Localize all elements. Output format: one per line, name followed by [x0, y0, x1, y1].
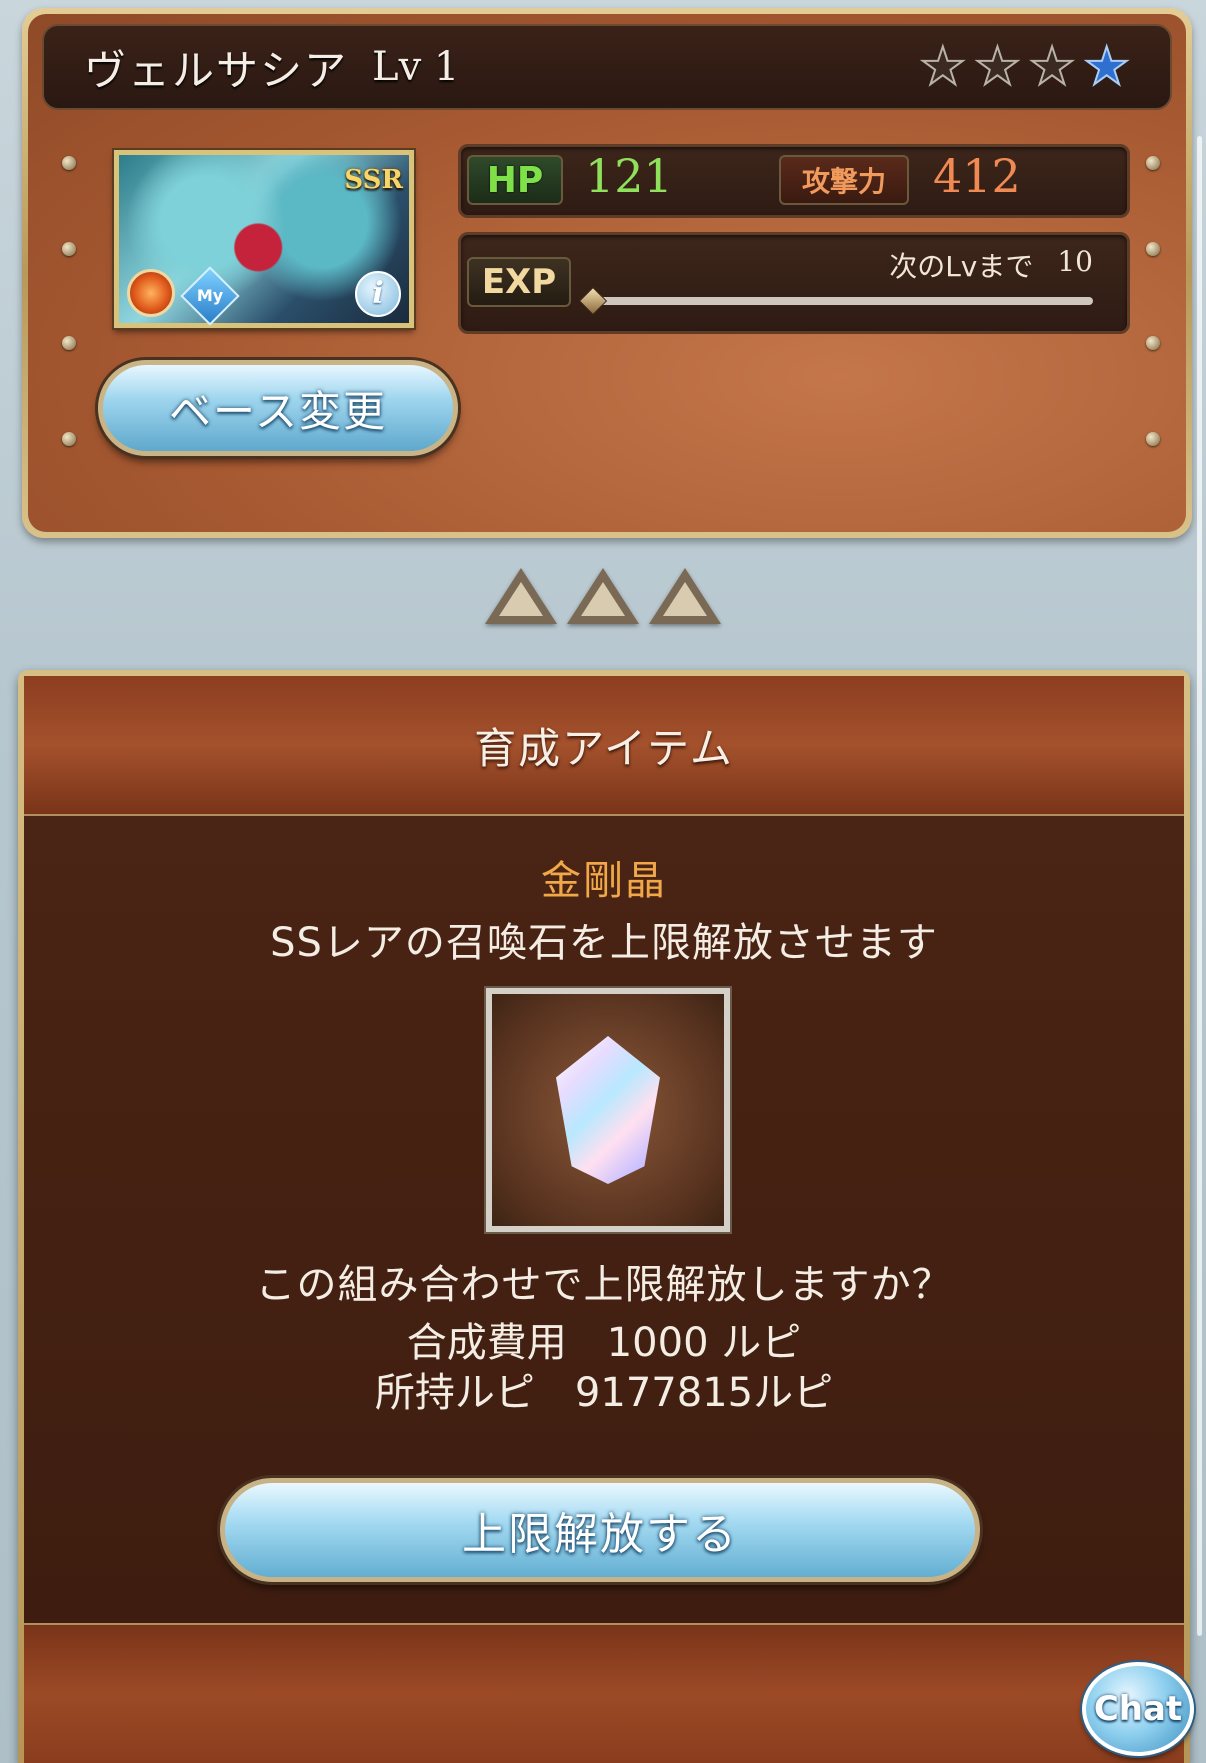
character-title-bar: ヴェルサシア Lv 1 ★ ★ ★ ★ [42, 24, 1172, 110]
footer-band [24, 1623, 1184, 1763]
rivet-icon [62, 242, 76, 256]
chat-button[interactable]: Chat [1082, 1662, 1194, 1756]
training-item-panel-inner: 育成アイテム 金剛晶 SSレアの召喚石を上限解放させます この組み合わせで上限解… [24, 676, 1184, 1763]
character-level: Lv 1 [372, 44, 460, 90]
rivet-icon [62, 156, 76, 170]
character-panel-inner: ヴェルサシア Lv 1 ★ ★ ★ ★ SSR My i HP 121 攻撃力 … [28, 14, 1186, 532]
ssr-rarity-badge: SSR [344, 165, 403, 195]
rivet-icon [1146, 242, 1160, 256]
star-empty-icon: ★ [1028, 37, 1077, 97]
character-panel: ヴェルサシア Lv 1 ★ ★ ★ ★ SSR My i HP 121 攻撃力 … [22, 8, 1192, 538]
exp-marker-icon [578, 286, 608, 316]
item-content: 金剛晶 SSレアの召喚石を上限解放させます この組み合わせで上限解放しますか？ … [24, 818, 1184, 1623]
up-arrows [0, 568, 1206, 638]
owned-label: 所持ルピ [374, 1370, 535, 1416]
scrollbar[interactable] [1197, 136, 1202, 1636]
hp-label: HP [467, 155, 563, 205]
section-header: 育成アイテム [24, 676, 1184, 816]
exp-box: EXP 次のLvまで 10 [458, 232, 1130, 334]
limit-break-button[interactable]: 上限解放する [220, 1478, 980, 1582]
next-level-value: 10 [1057, 245, 1093, 278]
confirm-question: この組み合わせで上限解放しますか？ [255, 1262, 953, 1308]
arrow-up-icon [649, 568, 721, 624]
rivet-icon [1146, 336, 1160, 350]
item-slot[interactable] [486, 988, 730, 1232]
attack-value: 412 [933, 149, 1021, 203]
section-title: 育成アイテム [474, 723, 734, 773]
exp-label: EXP [467, 257, 571, 307]
star-blue-icon: ★ [1082, 37, 1131, 97]
next-level-label: 次のLvまで [889, 250, 1034, 283]
exp-progress-bar [591, 297, 1093, 305]
my-badge-label: My [196, 286, 224, 305]
training-item-panel: 育成アイテム 金剛晶 SSレアの召喚石を上限解放させます この組み合わせで上限解… [18, 670, 1190, 1763]
next-level-info: 次のLvまで 10 [889, 245, 1093, 285]
hp-value: 121 [585, 149, 673, 203]
my-badge-icon: My [180, 266, 240, 326]
crystal-icon [556, 1036, 660, 1184]
attack-label: 攻撃力 [779, 155, 909, 205]
character-portrait[interactable]: SSR My i [114, 150, 414, 328]
character-name: ヴェルサシア [84, 45, 349, 95]
rivet-icon [1146, 432, 1160, 446]
item-name: 金剛晶 [541, 858, 667, 904]
hp-attack-box: HP 121 攻撃力 412 [458, 144, 1130, 218]
rivet-icon [62, 432, 76, 446]
star-empty-icon: ★ [973, 37, 1022, 97]
arrow-up-icon [567, 568, 639, 624]
owned-row: 所持ルピ 9177815ルピ [24, 1360, 1184, 1418]
fire-element-icon [127, 269, 175, 317]
item-description: SSレアの召喚石を上限解放させます [270, 920, 938, 966]
rivet-icon [62, 336, 76, 350]
owned-value: 9177815ルピ [574, 1370, 834, 1416]
star-empty-icon: ★ [919, 37, 968, 97]
arrow-up-icon [485, 568, 557, 624]
rivet-icon [1146, 156, 1160, 170]
info-icon[interactable]: i [355, 271, 401, 317]
base-change-button[interactable]: ベース変更 [98, 360, 458, 456]
uncap-stars: ★ ★ ★ ★ [919, 37, 1131, 97]
